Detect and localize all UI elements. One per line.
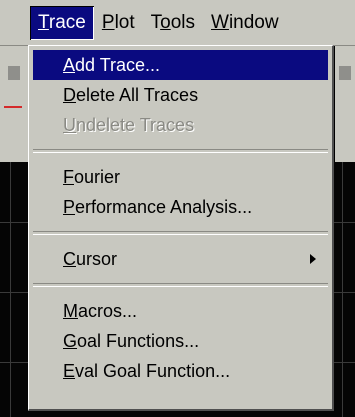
menu-window-label: Window bbox=[211, 11, 279, 33]
menu-tools[interactable]: Tools bbox=[143, 6, 203, 40]
toolbar-icon[interactable] bbox=[339, 66, 351, 80]
menu-item-fourier[interactable]: Fourier bbox=[33, 162, 328, 192]
menubar: Trace Plot Tools Window bbox=[0, 0, 355, 46]
menu-item-label: Macros... bbox=[63, 301, 138, 321]
menu-item-label: Add Trace... bbox=[63, 55, 161, 75]
menu-item-performance-analysis[interactable]: Performance Analysis... bbox=[33, 192, 328, 222]
trace-color-sample bbox=[4, 106, 22, 108]
menu-separator bbox=[33, 149, 328, 153]
menu-item-label: Fourier bbox=[63, 167, 121, 187]
menu-item-undelete-traces: Undelete Traces bbox=[33, 110, 328, 140]
menu-item-delete-all-traces[interactable]: Delete All Traces bbox=[33, 80, 328, 110]
menu-item-label: Performance Analysis... bbox=[63, 197, 253, 217]
menu-trace[interactable]: Trace bbox=[30, 5, 94, 40]
menu-item-add-trace[interactable]: Add Trace... bbox=[33, 50, 328, 80]
menu-item-label: Goal Functions... bbox=[63, 331, 200, 351]
menu-window[interactable]: Window bbox=[203, 6, 287, 40]
toolbar-right bbox=[335, 46, 355, 162]
trace-dropdown-menu: Add Trace... Delete All Traces Undelete Tr… bbox=[28, 45, 334, 411]
menu-trace-label: Trace bbox=[38, 11, 86, 33]
menu-plot-label: Plot bbox=[101, 11, 135, 33]
grid-line bbox=[342, 162, 343, 417]
menu-tools-label: Tools bbox=[150, 11, 196, 33]
grid-line bbox=[10, 162, 11, 417]
menu-separator bbox=[33, 283, 328, 287]
menu-item-macros[interactable]: Macros... bbox=[33, 296, 328, 326]
menu-separator bbox=[33, 231, 328, 235]
app-window: Trace Plot Tools Window Add Trace... Dele… bbox=[0, 0, 355, 417]
menu-item-label: Cursor bbox=[63, 249, 118, 269]
submenu-arrow-icon bbox=[310, 254, 316, 264]
menu-item-eval-goal-function[interactable]: Eval Goal Function... bbox=[33, 356, 328, 386]
menu-plot[interactable]: Plot bbox=[94, 6, 143, 40]
toolbar-left bbox=[0, 46, 29, 162]
toolbar-icon[interactable] bbox=[8, 66, 20, 80]
menu-item-label: Eval Goal Function... bbox=[63, 361, 231, 381]
menu-item-label: Delete All Traces bbox=[63, 85, 199, 105]
menu-item-goal-functions[interactable]: Goal Functions... bbox=[33, 326, 328, 356]
menu-item-label: Undelete Traces bbox=[63, 115, 195, 135]
menu-item-cursor[interactable]: Cursor bbox=[33, 244, 328, 274]
